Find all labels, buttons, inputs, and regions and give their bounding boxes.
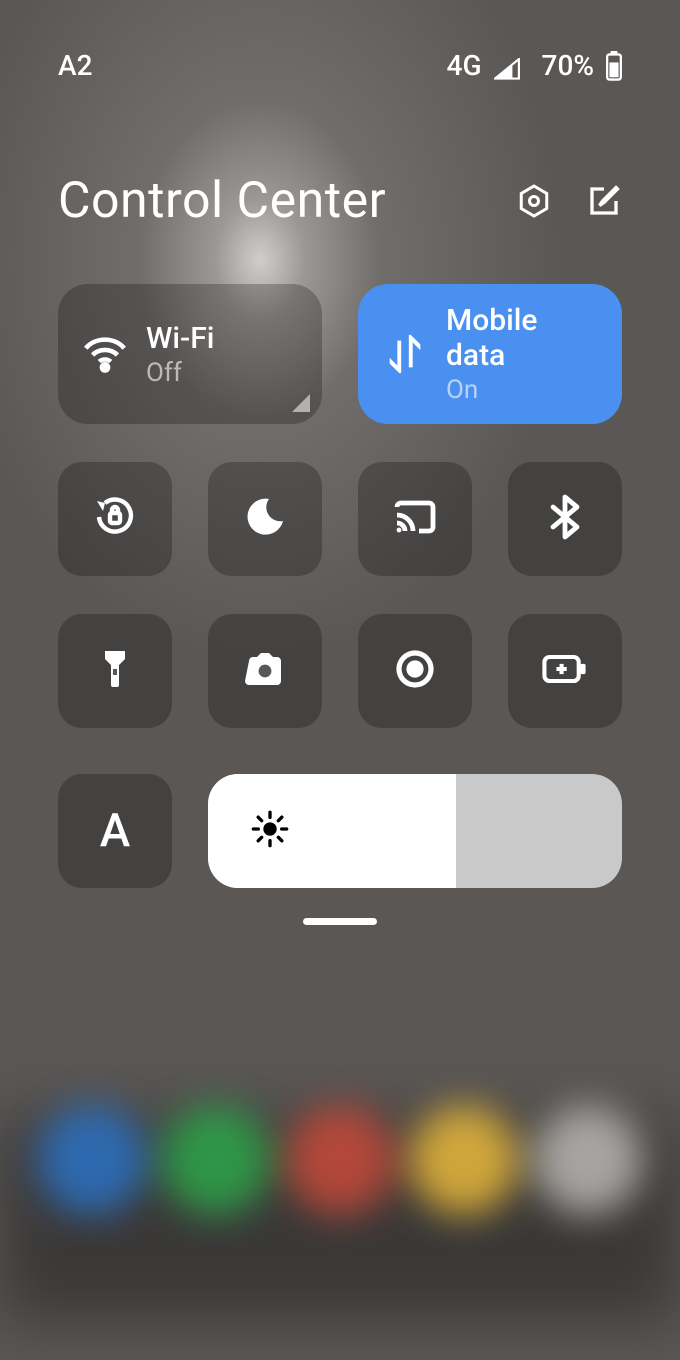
battery-saver-tile[interactable] bbox=[508, 614, 622, 728]
rotation-lock-tile[interactable] bbox=[58, 462, 172, 576]
mobile-data-label: Mobile data bbox=[446, 303, 598, 373]
rotation-lock-icon bbox=[91, 493, 139, 545]
status-bar: A2 4G 70% bbox=[0, 0, 680, 130]
dock-app-4 bbox=[409, 1105, 519, 1215]
dnd-tile[interactable] bbox=[208, 462, 322, 576]
cast-icon bbox=[391, 493, 439, 545]
control-panel: Wi-Fi Off Mobile data On bbox=[58, 284, 622, 888]
record-icon bbox=[391, 645, 439, 697]
brightness-icon bbox=[250, 809, 290, 853]
dock-app-2 bbox=[161, 1105, 271, 1215]
dock-blur bbox=[0, 1080, 680, 1240]
mobile-data-tile[interactable]: Mobile data On bbox=[358, 284, 622, 424]
brightness-fill bbox=[208, 774, 456, 888]
battery-label: 70% bbox=[542, 49, 594, 82]
mobile-data-icon bbox=[382, 331, 428, 377]
battery-icon bbox=[606, 51, 622, 79]
dock-app-1 bbox=[37, 1105, 147, 1215]
signal-icon bbox=[494, 54, 520, 76]
drag-handle[interactable] bbox=[303, 918, 377, 925]
expand-indicator-icon bbox=[292, 394, 310, 412]
mobile-data-status: On bbox=[446, 375, 598, 405]
wifi-label: Wi-Fi bbox=[146, 321, 214, 356]
auto-brightness-tile[interactable]: A bbox=[58, 774, 172, 888]
wifi-icon bbox=[82, 331, 128, 377]
wifi-status: Off bbox=[146, 358, 214, 388]
moon-icon bbox=[241, 493, 289, 545]
wifi-tile[interactable]: Wi-Fi Off bbox=[58, 284, 322, 424]
dock-app-5 bbox=[533, 1105, 643, 1215]
bluetooth-tile[interactable] bbox=[508, 462, 622, 576]
network-label: 4G bbox=[447, 49, 482, 82]
battery-plus-icon bbox=[541, 645, 589, 697]
bluetooth-icon bbox=[541, 493, 589, 545]
camera-tile[interactable] bbox=[208, 614, 322, 728]
status-right: 4G 70% bbox=[447, 49, 622, 82]
camera-icon bbox=[241, 645, 289, 697]
dock-app-3 bbox=[285, 1105, 395, 1215]
edit-icon[interactable] bbox=[586, 183, 622, 219]
carrier-label: A2 bbox=[58, 49, 447, 82]
brightness-slider[interactable] bbox=[208, 774, 622, 888]
settings-icon[interactable] bbox=[516, 183, 552, 219]
header: Control Center bbox=[58, 172, 622, 230]
screen-record-tile[interactable] bbox=[358, 614, 472, 728]
page-title: Control Center bbox=[58, 172, 516, 230]
screencast-tile[interactable] bbox=[358, 462, 472, 576]
flashlight-tile[interactable] bbox=[58, 614, 172, 728]
flashlight-icon bbox=[91, 645, 139, 697]
auto-brightness-label: A bbox=[100, 804, 131, 858]
